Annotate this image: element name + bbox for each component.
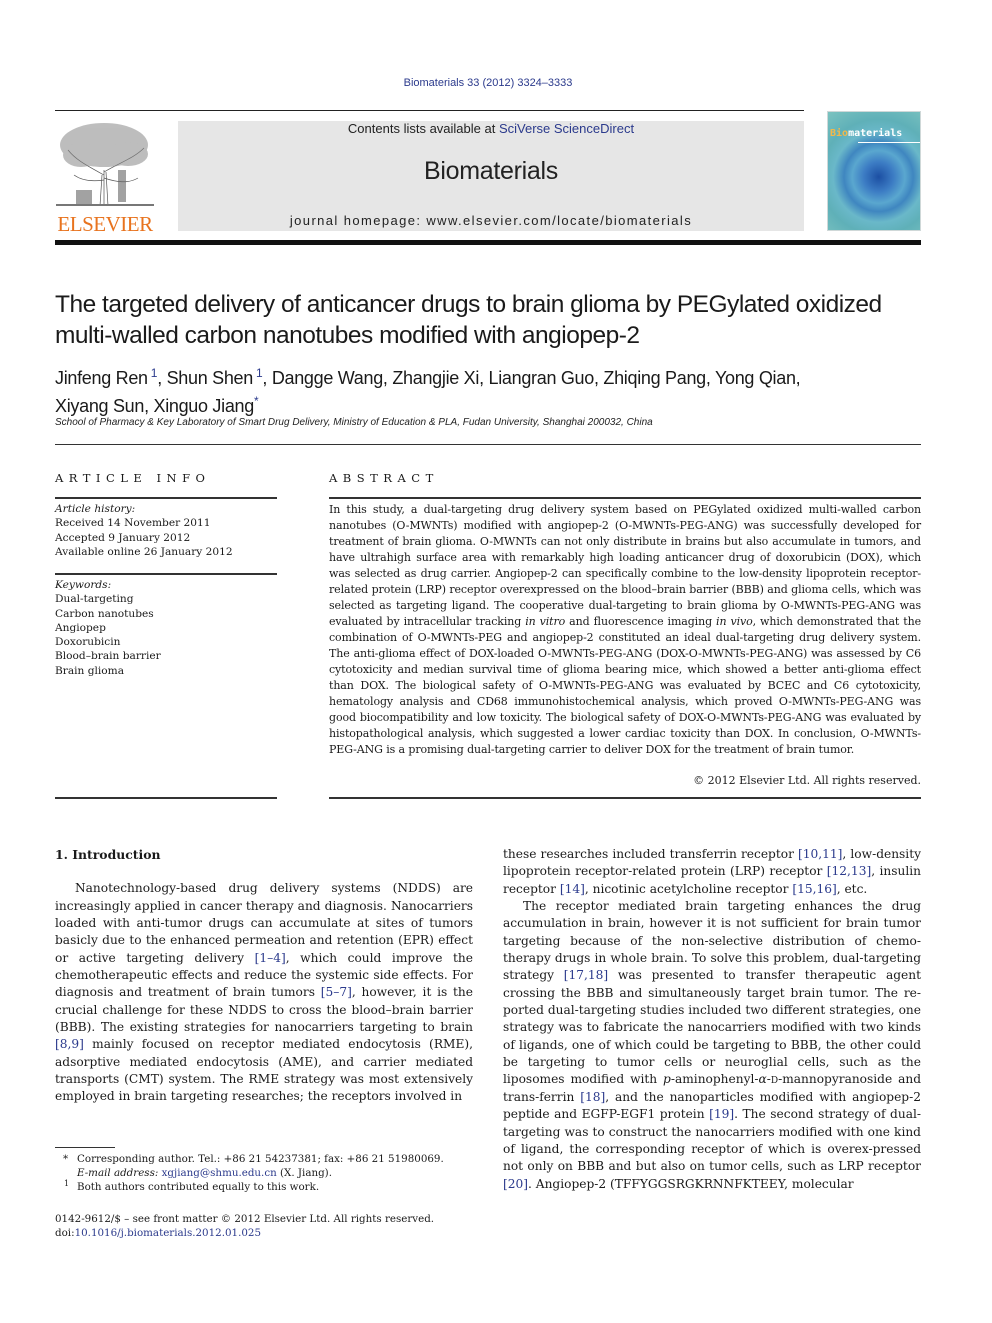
history-received: Received 14 November 2011 <box>55 517 211 530</box>
reference-link[interactable]: [18] <box>580 1090 605 1104</box>
reference-link[interactable]: [19] <box>709 1107 734 1121</box>
article-info-rule <box>55 497 277 499</box>
cover-title: Biomaterials <box>830 128 903 139</box>
abstract-bottom-rule <box>329 797 921 799</box>
author-name[interactable]: Shun Shen <box>167 368 254 388</box>
author-name[interactable]: Zhangjie Xi <box>392 368 479 388</box>
journal-cover-image: Biomaterials <box>827 111 921 231</box>
email-link[interactable]: xgjiang@shmu.edu.cn <box>162 1167 277 1179</box>
author-name[interactable]: Zhiqing Pang <box>603 368 706 388</box>
abstract-rule <box>329 497 921 499</box>
copyright: © 2012 Elsevier Ltd. All rights reserved… <box>693 774 921 787</box>
contents-prefix: Contents lists available at <box>347 121 499 136</box>
doi-link[interactable]: 10.1016/j.biomaterials.2012.01.025 <box>75 1227 261 1239</box>
journal-title: Biomaterials <box>424 157 558 185</box>
intro-paragraph: The receptor mediated brain targeting en… <box>503 899 921 1191</box>
footnote-rule <box>55 1147 115 1148</box>
body-left-column: 1. Introduction Nanotechnology-based dru… <box>55 846 473 1106</box>
corresponding-author-mark[interactable]: * <box>254 394 259 408</box>
footnote-email: E-mail address: xgjiang@shmu.edu.cn (X. … <box>77 1167 332 1180</box>
footnotes: * Corresponding author. Tel.: +86 21 542… <box>55 1152 475 1195</box>
affiliation-rule <box>55 444 921 445</box>
doi-line: doi:10.1016/j.biomaterials.2012.01.025 <box>55 1227 262 1240</box>
reference-link[interactable]: [10,11] <box>798 847 842 861</box>
keyword: Angiopep <box>55 621 106 634</box>
abstract-body: In this study, a dual-targeting drug del… <box>329 503 921 756</box>
italic-text: α <box>758 1072 767 1087</box>
article-info-heading: ARTICLE INFO <box>55 471 211 485</box>
keywords-label: Keywords: <box>55 579 112 591</box>
elsevier-tree-logo-icon <box>56 120 154 208</box>
body-right-column: these researches included transferrin re… <box>503 846 921 1193</box>
header-thick-rule <box>55 240 921 245</box>
author-name[interactable]: Xinguo Jiang <box>153 396 254 416</box>
sciencedirect-link[interactable]: SciVerse ScienceDirect <box>499 121 634 136</box>
journal-citation-link[interactable]: Biomaterials 33 (2012) 3324–3333 <box>0 77 976 89</box>
keyword: Doxorubicin <box>55 636 121 649</box>
reference-link[interactable]: [20] <box>503 1177 528 1191</box>
elsevier-wordmark: ELSEVIER <box>57 212 153 236</box>
keyword: Carbon nanotubes <box>55 607 154 620</box>
article-history: Article history: Received 14 November 20… <box>55 502 277 559</box>
affiliation: School of Pharmacy & Key Laboratory of S… <box>55 417 653 428</box>
author-list: Jinfeng Ren 1, Shun Shen 1, Dangge Wang,… <box>55 366 801 416</box>
author-name[interactable]: Xiyang Sun <box>55 396 144 416</box>
reference-link[interactable]: [8,9] <box>55 1037 84 1051</box>
intro-paragraph: these researches included transferrin re… <box>503 847 921 896</box>
history-accepted: Accepted 9 January 2012 <box>55 531 191 544</box>
header-rule <box>55 110 804 111</box>
footnote-equal-contribution: 1 Both authors contributed equally to th… <box>64 1179 320 1194</box>
reference-link[interactable]: [12,13] <box>827 864 871 878</box>
italic-text: p <box>663 1072 671 1087</box>
abstract-heading: ABSTRACT <box>329 471 439 485</box>
issn-line: 0142-9612/$ – see front matter © 2012 El… <box>55 1213 435 1225</box>
history-online: Available online 26 January 2012 <box>55 545 233 558</box>
reference-link[interactable]: [5–7] <box>321 985 352 999</box>
keywords-rule <box>55 573 277 575</box>
footnote-mark[interactable]: 1 <box>253 366 263 380</box>
journal-homepage[interactable]: journal homepage: www.elsevier.com/locat… <box>178 213 804 228</box>
author-name[interactable]: Yong Qian <box>715 368 796 388</box>
article-title: The targeted delivery of anticancer drug… <box>55 291 882 349</box>
keyword: Blood–brain barrier <box>55 650 161 663</box>
front-matter: 0142-9612/$ – see front matter © 2012 El… <box>55 1212 475 1240</box>
cover-rule <box>858 142 920 143</box>
intro-paragraph: Nanotechnology-based drug delivery syste… <box>55 881 473 1104</box>
keyword: Brain glioma <box>55 664 125 677</box>
reference-link[interactable]: [17,18] <box>564 968 608 982</box>
keywords: Keywords: Dual-targeting Carbon nanotube… <box>55 578 277 678</box>
author-name[interactable]: Jinfeng Ren <box>55 368 148 388</box>
reference-link[interactable]: [1–4] <box>255 951 286 965</box>
contents-line: Contents lists available at SciVerse Sci… <box>178 121 804 136</box>
keyword: Dual-targeting <box>55 593 134 606</box>
author-name[interactable]: Liangran Guo <box>489 368 595 388</box>
article-info-bottom-rule <box>55 797 277 799</box>
section-heading-introduction: 1. Introduction <box>55 847 161 862</box>
history-label: Article history: <box>55 503 136 515</box>
author-name[interactable]: Dangge Wang <box>272 368 383 388</box>
small-caps-text: d <box>770 1072 779 1087</box>
reference-link[interactable]: [15,16] <box>792 882 836 896</box>
footnote-corresponding: * Corresponding author. Tel.: +86 21 542… <box>63 1153 444 1165</box>
reference-link[interactable]: [14] <box>560 882 585 896</box>
footnote-mark[interactable]: 1 <box>148 366 158 380</box>
